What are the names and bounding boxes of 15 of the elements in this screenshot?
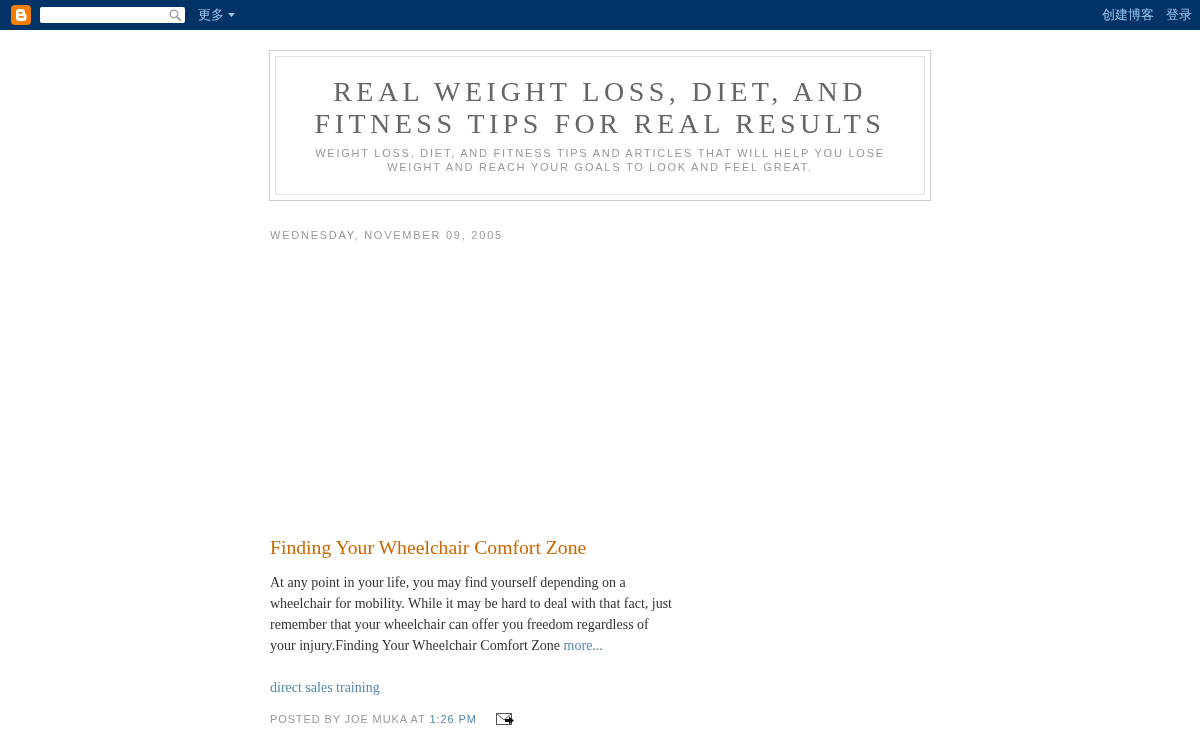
date-header: WEDNESDAY, NOVEMBER 09, 2005	[270, 228, 504, 243]
post-body: At any point in your life, you may find yourself depending on a wheelchair for mobility. While it may be hard to deal with that fact, just remember that your wheelchair can offer you freedom regardless of your injury.Finding Your Wheelchair Comfort Zone more...	[270, 574, 673, 655]
blog-description: WEIGHT LOSS, DIET, AND FITNESS TIPS AND ARTICLES THAT WILL HELP YOU LOSE WEIGHT AND REACH YOUR GOALS TO LOOK AND FEEL GREAT.	[314, 146, 886, 174]
search-field[interactable]	[40, 7, 185, 23]
navbar-link[interactable]: 登录	[1166, 6, 1192, 24]
post-byline: POSTED BY JOE MUKA AT	[270, 712, 426, 727]
caret-icon	[228, 13, 235, 17]
more-link[interactable]: more...	[563, 638, 603, 653]
blog-title: REAL WEIGHT LOSS, DIET, AND FITNESS TIPS FOR REAL RESULTS	[313, 76, 887, 140]
post-link[interactable]: direct sales training	[270, 680, 380, 695]
logo-icon[interactable]	[11, 5, 31, 25]
navbar-link[interactable]: 创建博客	[1102, 6, 1154, 24]
more-menu-button[interactable]: 更多	[198, 6, 235, 24]
post-time-link[interactable]: 1:26 PM	[429, 711, 477, 727]
post-title: Finding Your Wheelchair Comfort Zone	[270, 535, 588, 560]
